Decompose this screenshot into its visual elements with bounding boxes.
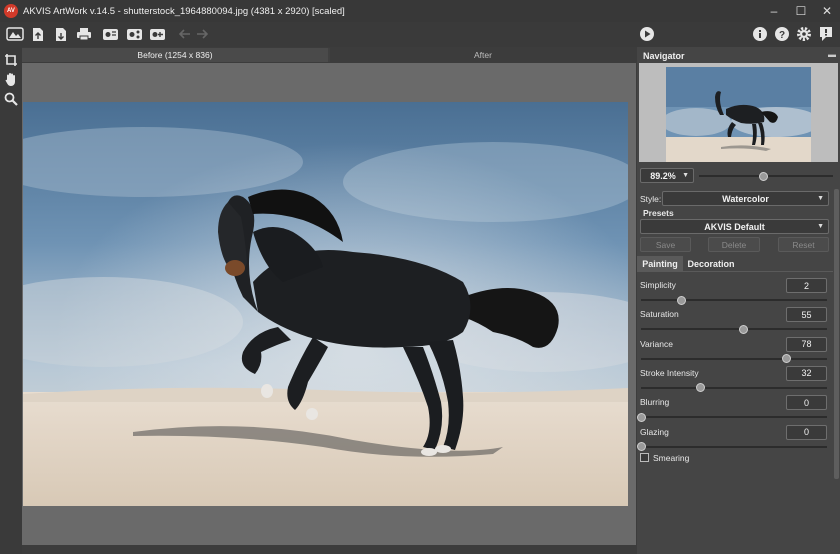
image-preview[interactable]: [23, 102, 628, 506]
preset-value: AKVIS Default: [704, 221, 765, 232]
crop-tool-icon[interactable]: [3, 52, 19, 68]
style-label: Style:: [640, 194, 662, 204]
print-icon[interactable]: [74, 25, 94, 43]
app-logo: AV: [4, 4, 18, 18]
param-value-field[interactable]: 2: [786, 278, 827, 293]
window-title: AKVIS ArtWork v.14.5 - shutterstock_1964…: [23, 5, 345, 17]
param-value-field[interactable]: 0: [786, 424, 827, 440]
param-slider-thumb[interactable]: [636, 442, 646, 451]
tab-divider: [637, 271, 833, 272]
chevron-down-icon: ▼: [817, 195, 824, 202]
zoom-tool-icon[interactable]: [3, 91, 19, 107]
zoom-value: 89.2%: [650, 170, 676, 181]
title-bar: AV AKVIS ArtWork v.14.5 - shutterstock_1…: [0, 0, 840, 22]
zoom-slider[interactable]: [699, 171, 833, 181]
redo-icon[interactable]: [192, 25, 212, 43]
tab-painting[interactable]: Painting: [637, 256, 683, 271]
delete-preset-button[interactable]: Delete: [708, 237, 760, 252]
param-slider-thumb[interactable]: [677, 295, 687, 305]
navigator-thumbnail[interactable]: [666, 67, 811, 162]
param-value-field[interactable]: 55: [786, 307, 827, 323]
chevron-down-icon: ▼: [682, 172, 689, 179]
plugin-icon[interactable]: [147, 25, 167, 43]
tab-before[interactable]: Before (1254 x 836): [22, 48, 328, 62]
zoom-slider-thumb[interactable]: [758, 171, 768, 181]
navigator-header: Navigator ▬: [637, 49, 840, 63]
home-icon[interactable]: [5, 25, 25, 43]
toolbar: ?: [0, 22, 840, 47]
param-slider-thumb[interactable]: [636, 412, 646, 422]
param-label: Simplicity: [640, 280, 676, 290]
style-value: Watercolor: [722, 193, 769, 204]
share-icon[interactable]: [124, 25, 144, 43]
param-label: Variance: [640, 338, 673, 349]
navigator-preview[interactable]: [639, 63, 838, 162]
tab-decoration[interactable]: Decoration: [685, 256, 737, 271]
presets-label: Presets: [643, 208, 674, 218]
param-label: Stroke Intensity: [640, 367, 699, 378]
reset-preset-button[interactable]: Reset: [778, 237, 829, 252]
close-button[interactable]: ✕: [813, 0, 840, 22]
style-dropdown[interactable]: Watercolor ▼: [662, 191, 829, 206]
param-label: Blurring: [640, 397, 670, 408]
settings-icon[interactable]: [794, 25, 814, 43]
param-slider[interactable]: [641, 354, 827, 364]
tab-after[interactable]: After: [330, 48, 636, 62]
smearing-label: Smearing: [653, 453, 690, 463]
smearing-checkbox[interactable]: [640, 453, 649, 462]
collapse-icon[interactable]: ▬: [828, 50, 836, 59]
param-slider-thumb[interactable]: [781, 354, 791, 364]
param-label: Saturation: [640, 309, 679, 320]
svg-text:?: ?: [779, 30, 785, 41]
open-file-icon[interactable]: [28, 25, 48, 43]
news-icon[interactable]: [816, 25, 836, 43]
info-icon[interactable]: [750, 25, 770, 43]
param-slider-thumb[interactable]: [696, 383, 706, 393]
param-value-field[interactable]: 0: [786, 395, 827, 411]
param-value-field[interactable]: 78: [786, 336, 827, 352]
param-value-field[interactable]: 32: [786, 365, 827, 381]
minimize-button[interactable]: –: [760, 0, 788, 22]
run-icon[interactable]: [637, 25, 657, 43]
zoom-dropdown[interactable]: 89.2% ▼: [640, 168, 694, 183]
param-slider[interactable]: [636, 412, 827, 422]
settings-panel: Navigator ▬ 89.2% ▼ Style: Watercolor ▼ …: [636, 47, 840, 554]
save-file-icon[interactable]: [51, 25, 71, 43]
param-label: Glazing: [640, 426, 669, 437]
navigator-title: Navigator: [643, 51, 685, 61]
help-icon[interactable]: ?: [772, 25, 792, 43]
hand-tool-icon[interactable]: [3, 71, 19, 87]
param-slider[interactable]: [641, 324, 827, 334]
horse-photo: [23, 102, 628, 506]
param-slider[interactable]: [641, 295, 827, 305]
batch-icon[interactable]: [100, 25, 120, 43]
chevron-down-icon: ▼: [817, 223, 824, 230]
left-toolbar: [0, 47, 22, 554]
param-slider[interactable]: [636, 442, 827, 451]
view-tabs: Before (1254 x 836) After: [22, 48, 636, 62]
maximize-button[interactable]: ☐: [787, 0, 815, 22]
thumbnail-image: [666, 67, 811, 162]
param-slider-thumb[interactable]: [738, 324, 748, 334]
param-slider[interactable]: [641, 383, 827, 393]
panel-scrollbar[interactable]: [834, 189, 839, 479]
preset-dropdown[interactable]: AKVIS Default ▼: [640, 219, 829, 234]
save-preset-button[interactable]: Save: [640, 237, 691, 252]
